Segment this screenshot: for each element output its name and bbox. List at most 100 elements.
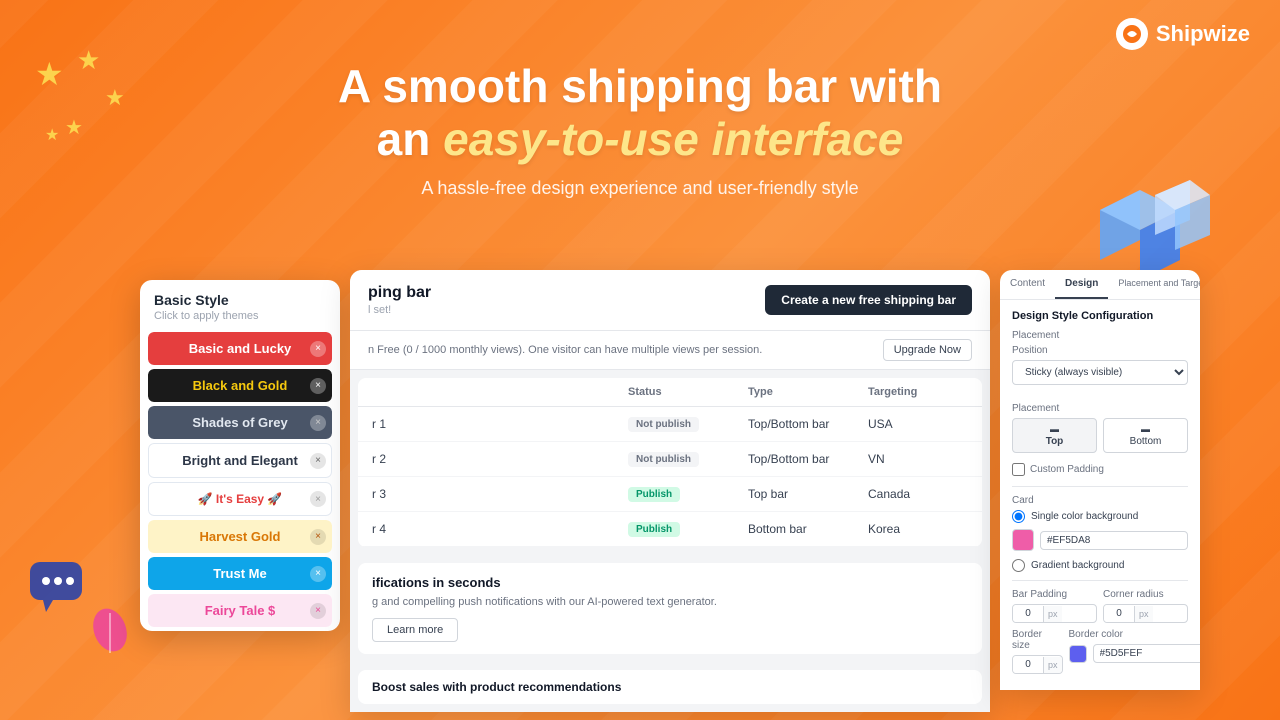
gradient-radio[interactable] bbox=[1012, 559, 1025, 572]
single-color-radio[interactable] bbox=[1012, 510, 1025, 523]
theme-btn-its-easy[interactable]: 🚀 It's Easy 🚀 bbox=[148, 482, 332, 516]
theme-item-basic-lucky[interactable]: Basic and Lucky × bbox=[148, 332, 332, 365]
close-fairy-tale[interactable]: × bbox=[310, 603, 326, 619]
border-size-unit: px bbox=[1043, 657, 1062, 673]
border-size-group: Border size px bbox=[1012, 629, 1063, 674]
learn-more-button[interactable]: Learn more bbox=[372, 618, 458, 642]
row4-name: r 4 bbox=[372, 522, 628, 536]
position-select[interactable]: Sticky (always visible) Static bbox=[1012, 360, 1188, 385]
color-hex-input[interactable] bbox=[1040, 531, 1188, 550]
row4-targeting: Korea bbox=[868, 522, 968, 536]
padding-radius-row: Bar Padding px Corner radius px bbox=[1012, 589, 1188, 623]
header: Shipwize bbox=[0, 0, 1280, 68]
row2-targeting: VN bbox=[868, 452, 968, 466]
row4-type: Bottom bar bbox=[748, 522, 868, 536]
main-panel-top: ping bar l set! Create a new free shippi… bbox=[350, 270, 990, 331]
status-badge-1: Not publish bbox=[628, 417, 699, 432]
divider bbox=[1012, 486, 1188, 487]
close-bright-elegant[interactable]: × bbox=[310, 453, 326, 469]
single-color-row: Single color background bbox=[1012, 510, 1188, 523]
row1-type: Top/Bottom bar bbox=[748, 417, 868, 431]
custom-padding-checkbox[interactable] bbox=[1012, 463, 1025, 476]
bar-padding-unit: px bbox=[1043, 606, 1062, 622]
theme-item-black-gold[interactable]: Black and Gold × bbox=[148, 369, 332, 402]
leaf-decoration bbox=[90, 605, 130, 660]
border-color-group: Border color bbox=[1069, 629, 1200, 674]
free-notice: n Free (0 / 1000 monthly views). One vis… bbox=[350, 331, 990, 370]
corner-radius-input-group: px bbox=[1103, 604, 1188, 623]
heading-subtext: A hassle-free design experience and user… bbox=[200, 178, 1080, 199]
row3-type: Top bar bbox=[748, 487, 868, 501]
table-container: Status Type Targeting r 1 Not publish To… bbox=[358, 378, 982, 547]
status-badge-4: Publish bbox=[628, 522, 680, 537]
theme-item-shades-grey[interactable]: Shades of Grey × bbox=[148, 406, 332, 439]
corner-radius-group: Corner radius px bbox=[1103, 589, 1188, 623]
table-row: r 3 Publish Top bar Canada bbox=[358, 477, 982, 512]
theme-btn-trust-me[interactable]: Trust Me bbox=[148, 557, 332, 590]
table-header: Status Type Targeting bbox=[358, 378, 982, 407]
push-notif-desc: g and compelling push notifications with… bbox=[372, 596, 968, 608]
close-basic-lucky[interactable]: × bbox=[310, 341, 326, 357]
close-trust-me[interactable]: × bbox=[310, 566, 326, 582]
create-shipping-bar-button[interactable]: Create a new free shipping bar bbox=[765, 285, 972, 315]
divider2 bbox=[1012, 580, 1188, 581]
col-type: Type bbox=[748, 386, 868, 398]
border-row: Border size px Border color bbox=[1012, 629, 1188, 674]
theme-btn-bright-elegant[interactable]: Bright and Elegant bbox=[148, 443, 332, 478]
close-shades-grey[interactable]: × bbox=[310, 415, 326, 431]
logo-icon bbox=[1116, 18, 1148, 50]
theme-item-its-easy[interactable]: 🚀 It's Easy 🚀 × bbox=[148, 482, 332, 516]
theme-item-trust-me[interactable]: Trust Me × bbox=[148, 557, 332, 590]
theme-item-harvest-gold[interactable]: Harvest Gold × bbox=[148, 520, 332, 553]
tab-content[interactable]: Content bbox=[1000, 270, 1055, 299]
upgrade-button[interactable]: Upgrade Now bbox=[883, 339, 972, 361]
row1-targeting: USA bbox=[868, 417, 968, 431]
heading-line1: A smooth shipping bar with an easy-to-us… bbox=[200, 60, 1080, 166]
corner-radius-unit: px bbox=[1134, 606, 1153, 622]
status-badge-3: Publish bbox=[628, 487, 680, 502]
theme-btn-fairy-tale[interactable]: Fairy Tale $ bbox=[148, 594, 332, 627]
bottom-placement-button[interactable]: ▬ Bottom bbox=[1103, 418, 1188, 453]
border-color-swatch[interactable] bbox=[1069, 645, 1087, 663]
shipping-bar-title: ping bar l set! bbox=[368, 284, 431, 316]
theme-btn-shades-grey[interactable]: Shades of Grey bbox=[148, 406, 332, 439]
gradient-row: Gradient background bbox=[1012, 559, 1188, 572]
theme-btn-black-gold[interactable]: Black and Gold bbox=[148, 369, 332, 402]
heading-accent: easy-to-use interface bbox=[443, 113, 903, 165]
push-notification-section: ifications in seconds g and compelling p… bbox=[358, 563, 982, 654]
heading-area: A smooth shipping bar with an easy-to-us… bbox=[0, 60, 1280, 199]
border-color-input[interactable] bbox=[1093, 644, 1200, 663]
row2-name: r 2 bbox=[372, 452, 628, 466]
basic-style-panel: Basic Style Click to apply themes Basic … bbox=[140, 280, 340, 631]
logo: Shipwize bbox=[1116, 18, 1250, 50]
tab-placement-targeting[interactable]: Placement and Targeting bbox=[1108, 270, 1200, 299]
mockup-container: Basic Style Click to apply themes Basic … bbox=[140, 270, 1200, 720]
table-row: r 1 Not publish Top/Bottom bar USA bbox=[358, 407, 982, 442]
row2-type: Top/Bottom bar bbox=[748, 452, 868, 466]
design-panel: Content Design Placement and Targeting D… bbox=[1000, 270, 1200, 690]
tab-design[interactable]: Design bbox=[1055, 270, 1108, 299]
logo-text: Shipwize bbox=[1156, 21, 1250, 47]
close-its-easy[interactable]: × bbox=[310, 491, 326, 507]
placement-sub-label: Placement bbox=[1012, 403, 1188, 414]
panel-title: Basic Style bbox=[154, 292, 326, 308]
bar-padding-input[interactable] bbox=[1013, 605, 1043, 622]
border-size-input-group: px bbox=[1012, 655, 1063, 674]
theme-btn-basic-lucky[interactable]: Basic and Lucky bbox=[148, 332, 332, 365]
close-black-gold[interactable]: × bbox=[310, 378, 326, 394]
placement-label: Placement bbox=[1012, 330, 1188, 341]
border-color-row bbox=[1069, 644, 1200, 663]
card-label: Card bbox=[1012, 495, 1188, 506]
color-picker-row bbox=[1012, 529, 1188, 551]
theme-item-fairy-tale[interactable]: Fairy Tale $ × bbox=[148, 594, 332, 627]
position-label: Position bbox=[1012, 345, 1188, 356]
border-size-input[interactable] bbox=[1013, 656, 1043, 673]
corner-radius-input[interactable] bbox=[1104, 605, 1134, 622]
theme-item-bright-elegant[interactable]: Bright and Elegant × bbox=[148, 443, 332, 478]
top-placement-button[interactable]: ▬ Top bbox=[1012, 418, 1097, 453]
panel-header: Basic Style Click to apply themes bbox=[140, 280, 340, 328]
theme-btn-harvest-gold[interactable]: Harvest Gold bbox=[148, 520, 332, 553]
table-row: r 4 Publish Bottom bar Korea bbox=[358, 512, 982, 547]
close-harvest-gold[interactable]: × bbox=[310, 529, 326, 545]
color-swatch[interactable] bbox=[1012, 529, 1034, 551]
